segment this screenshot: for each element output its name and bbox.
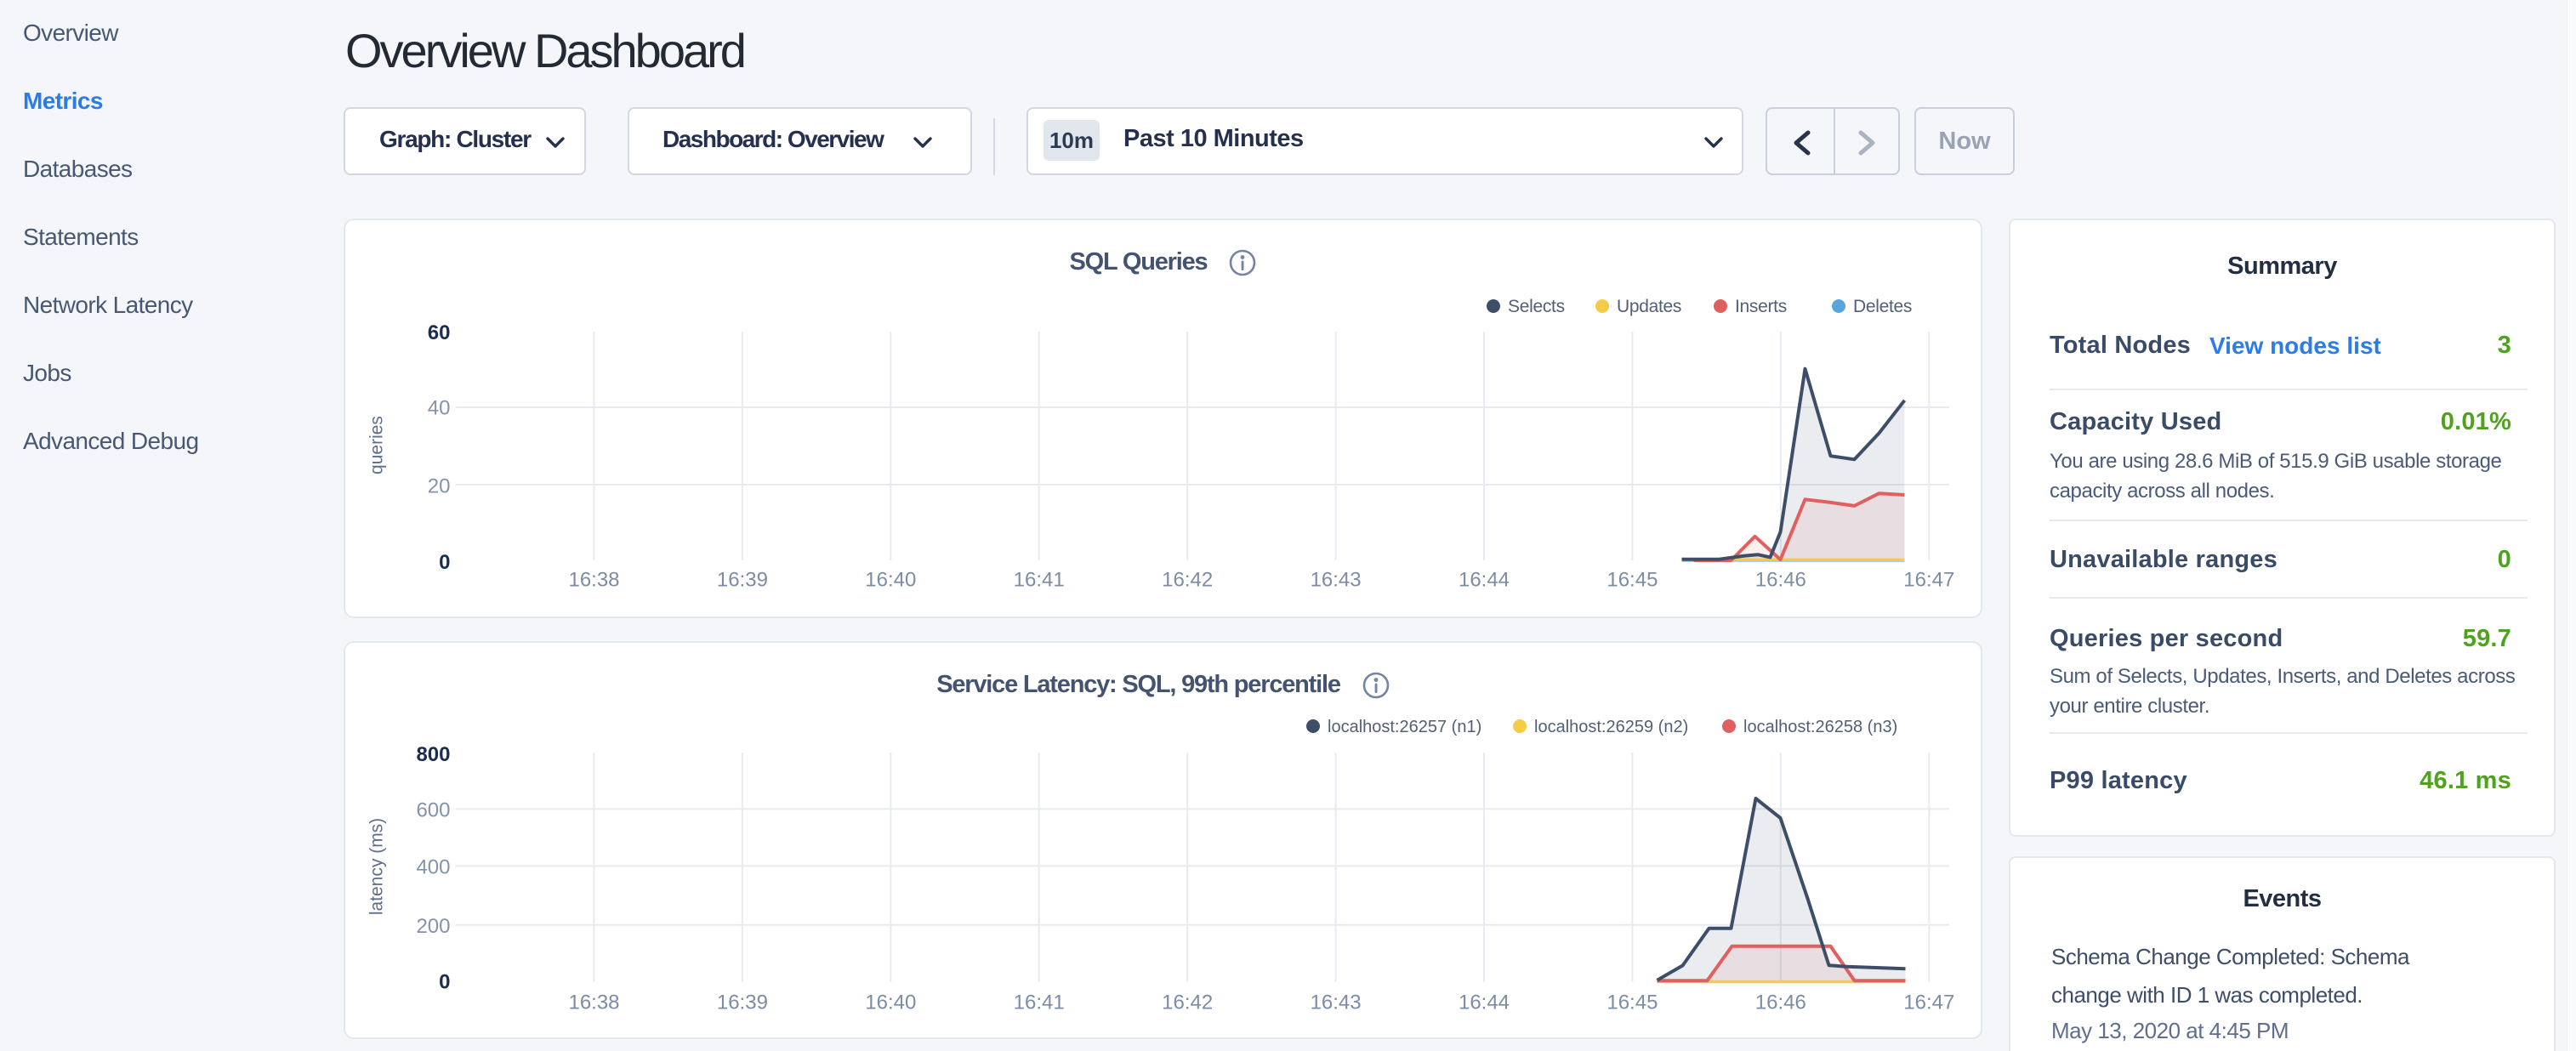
svg-text:16:43: 16:43 bbox=[1311, 569, 1362, 592]
svg-text:16:46: 16:46 bbox=[1755, 991, 1806, 1014]
svg-text:800: 800 bbox=[416, 743, 450, 766]
svg-text:16:43: 16:43 bbox=[1311, 991, 1362, 1014]
svg-text:16:41: 16:41 bbox=[1014, 569, 1065, 592]
svg-text:16:40: 16:40 bbox=[865, 569, 916, 592]
svg-text:16:46: 16:46 bbox=[1755, 569, 1806, 592]
svg-text:16:39: 16:39 bbox=[717, 991, 768, 1014]
svg-text:16:45: 16:45 bbox=[1606, 991, 1658, 1014]
svg-text:16:42: 16:42 bbox=[1162, 991, 1213, 1014]
svg-text:16:41: 16:41 bbox=[1014, 991, 1065, 1014]
svg-text:60: 60 bbox=[428, 321, 451, 344]
svg-text:16:40: 16:40 bbox=[865, 991, 916, 1014]
svg-text:16:47: 16:47 bbox=[1903, 569, 1954, 592]
svg-text:16:44: 16:44 bbox=[1459, 569, 1510, 592]
svg-text:16:47: 16:47 bbox=[1903, 991, 1954, 1014]
svg-text:40: 40 bbox=[428, 397, 451, 420]
svg-text:0: 0 bbox=[439, 551, 450, 574]
svg-text:queries: queries bbox=[367, 416, 387, 474]
svg-text:20: 20 bbox=[428, 475, 451, 498]
svg-text:0: 0 bbox=[439, 971, 450, 994]
svg-text:16:39: 16:39 bbox=[717, 569, 768, 592]
svg-text:16:42: 16:42 bbox=[1162, 569, 1213, 592]
svg-text:16:38: 16:38 bbox=[568, 569, 619, 592]
svg-text:400: 400 bbox=[416, 855, 450, 878]
svg-text:600: 600 bbox=[416, 798, 450, 821]
svg-text:16:45: 16:45 bbox=[1606, 569, 1658, 592]
svg-text:16:44: 16:44 bbox=[1459, 991, 1510, 1014]
svg-text:16:38: 16:38 bbox=[568, 991, 619, 1014]
svg-text:latency (ms): latency (ms) bbox=[367, 818, 387, 915]
svg-text:200: 200 bbox=[416, 915, 450, 938]
